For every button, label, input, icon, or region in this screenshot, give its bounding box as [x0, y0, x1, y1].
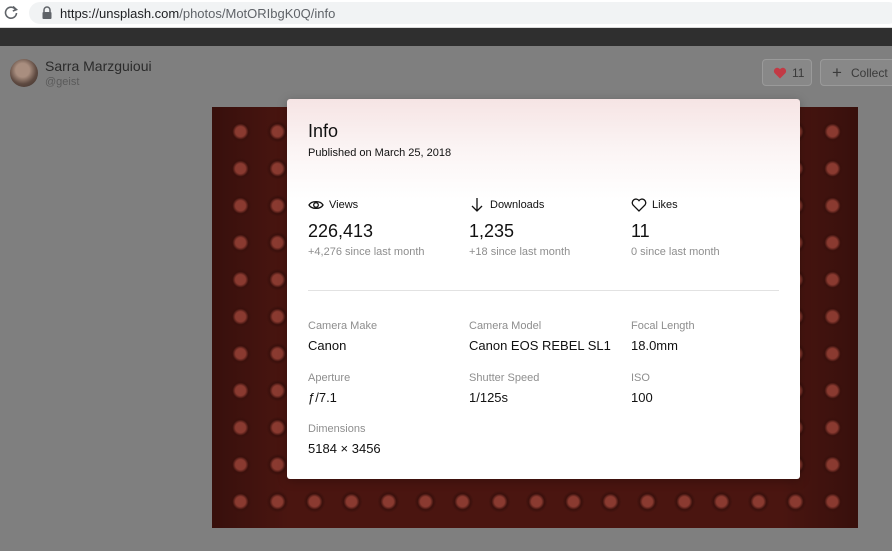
reload-icon[interactable]	[3, 5, 19, 21]
site-header-strip	[0, 28, 892, 46]
url-text: https://unsplash.com/photos/MotORIbgK0Q/…	[60, 6, 335, 21]
exif-shutter-speed: Shutter Speed 1/125s	[469, 372, 629, 405]
exif-value: 1/125s	[469, 390, 509, 405]
exif-dimensions: Dimensions 5184 × 3456	[308, 423, 468, 456]
stat-likes: Likes 11 0 since last month	[631, 197, 791, 258]
exif-value: ƒ/7.1	[308, 390, 337, 405]
collect-button[interactable]: + Collect	[820, 59, 892, 86]
exif-value: 18.0mm	[631, 338, 678, 353]
stat-change: +18 since last month	[469, 246, 571, 258]
collect-label: Collect	[851, 66, 888, 80]
author-handle[interactable]: @geist	[45, 76, 79, 88]
avatar[interactable]	[10, 59, 38, 87]
lock-icon	[42, 6, 52, 19]
stat-label: Views	[329, 199, 359, 211]
exif-focal-length: Focal Length 18.0mm	[631, 320, 791, 353]
exif-value: 100	[631, 390, 653, 405]
stat-change: 0 since last month	[631, 246, 720, 258]
exif-label: Aperture	[308, 372, 351, 384]
stat-label: Downloads	[490, 199, 545, 211]
stat-downloads: Downloads 1,235 +18 since last month	[469, 197, 629, 258]
exif-value: 5184 × 3456	[308, 441, 381, 456]
exif-label: Focal Length	[631, 320, 695, 332]
heart-icon	[773, 67, 787, 79]
stat-value: 11	[631, 221, 650, 241]
exif-value: Canon EOS REBEL SL1	[469, 338, 611, 353]
url-host: https://unsplash.com	[60, 6, 180, 21]
stat-views: Views 226,413 +4,276 since last month	[308, 197, 468, 258]
url-field[interactable]: https://unsplash.com/photos/MotORIbgK0Q/…	[29, 2, 892, 24]
exif-label: Camera Model	[469, 320, 542, 332]
stat-value: 1,235	[469, 221, 515, 241]
like-count: 11	[792, 66, 805, 80]
exif-camera-make: Camera Make Canon	[308, 320, 468, 353]
exif-value: Canon	[308, 338, 347, 353]
url-path: /photos/MotORIbgK0Q/info	[179, 6, 336, 21]
heart-outline-icon	[631, 198, 647, 212]
stat-label: Likes	[652, 199, 678, 211]
browser-address-bar: https://unsplash.com/photos/MotORIbgK0Q/…	[0, 0, 892, 28]
stat-value: 226,413	[308, 221, 374, 241]
exif-camera-model: Camera Model Canon EOS REBEL SL1	[469, 320, 629, 353]
eye-icon	[308, 200, 324, 210]
exif-label: Dimensions	[308, 423, 366, 435]
like-button[interactable]: 11	[762, 59, 812, 86]
stat-change: +4,276 since last month	[308, 246, 425, 258]
exif-label: ISO	[631, 372, 650, 384]
modal-title: Info	[308, 121, 339, 141]
divider	[308, 290, 779, 291]
author-name[interactable]: Sarra Marzguioui	[45, 58, 152, 74]
published-date: Published on March 25, 2018	[308, 147, 452, 159]
exif-aperture: Aperture ƒ/7.1	[308, 372, 468, 405]
exif-label: Shutter Speed	[469, 372, 540, 384]
exif-label: Camera Make	[308, 320, 378, 332]
exif-iso: ISO 100	[631, 372, 791, 405]
info-modal: Info Published on March 25, 2018 Views 2…	[287, 99, 800, 479]
plus-icon: +	[832, 63, 842, 82]
download-arrow-icon	[471, 198, 483, 212]
